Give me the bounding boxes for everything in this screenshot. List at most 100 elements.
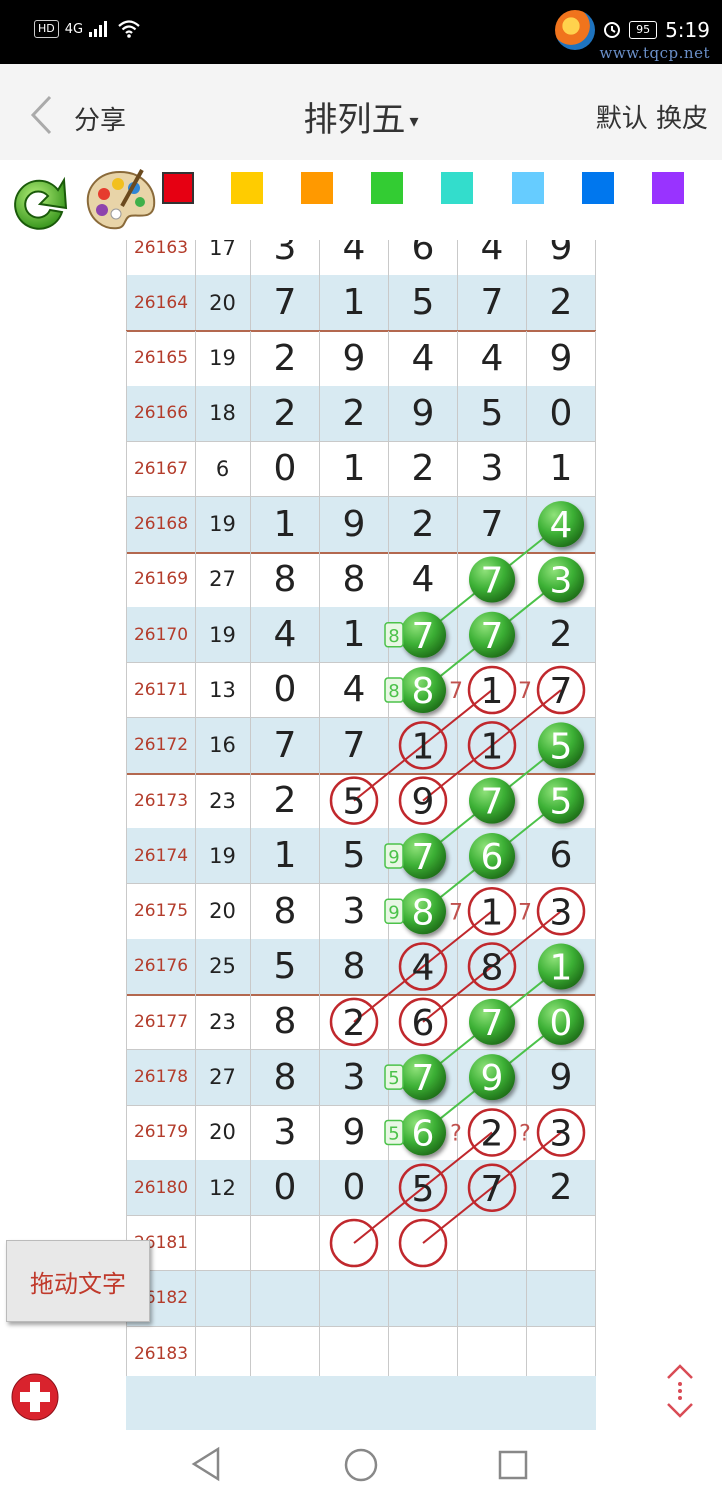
digit-cell[interactable]: 2 — [251, 773, 320, 828]
digit-cell[interactable]: 3 — [527, 551, 596, 607]
digit-cell[interactable]: 6 — [389, 1104, 458, 1160]
digit-cell[interactable]: 1 — [389, 717, 458, 773]
digit-cell[interactable]: 7 — [389, 607, 458, 663]
digit-cell[interactable]: 2 — [251, 330, 320, 386]
digit-cell[interactable]: 5 — [389, 275, 458, 331]
digit-cell[interactable]: 7 — [458, 496, 527, 552]
digit-cell[interactable]: 0 — [527, 994, 596, 1050]
digit-cell[interactable]: 3 — [251, 1104, 320, 1160]
digit-cell[interactable] — [527, 1215, 596, 1271]
digit-cell[interactable]: 3 — [527, 1104, 596, 1160]
digit-cell[interactable]: 4 — [527, 496, 596, 552]
digit-cell[interactable] — [389, 1326, 458, 1376]
drag-text-button[interactable]: 拖动文字 — [6, 1240, 150, 1322]
default-skin-button[interactable]: 默认 换皮 — [596, 98, 708, 135]
digit-cell[interactable]: 1 — [320, 275, 389, 331]
digit-cell[interactable]: 8 — [251, 1049, 320, 1105]
digit-cell[interactable]: 0 — [251, 441, 320, 497]
digit-cell[interactable] — [320, 1326, 389, 1376]
paint-palette-icon[interactable] — [82, 166, 158, 236]
digit-cell[interactable]: 2 — [527, 1160, 596, 1216]
digit-cell[interactable]: 5 — [320, 828, 389, 884]
digit-cell[interactable]: 4 — [389, 330, 458, 386]
digit-cell[interactable]: 2 — [527, 607, 596, 663]
digit-cell[interactable]: 9 — [458, 1049, 527, 1105]
digit-cell[interactable]: 8 — [389, 662, 458, 718]
digit-cell[interactable]: 9 — [320, 496, 389, 552]
digit-cell[interactable] — [458, 1215, 527, 1271]
digit-cell[interactable]: 1 — [251, 496, 320, 552]
circle-home-icon[interactable] — [344, 1448, 378, 1482]
digit-cell[interactable]: 3 — [320, 1049, 389, 1105]
digit-cell[interactable]: 2 — [458, 1104, 527, 1160]
digit-cell[interactable]: 9 — [389, 385, 458, 441]
digit-cell[interactable]: 3 — [458, 441, 527, 497]
digit-cell[interactable]: 5 — [458, 385, 527, 441]
digit-cell[interactable]: 3 — [527, 883, 596, 939]
digit-cell[interactable]: 1 — [320, 441, 389, 497]
digit-cell[interactable]: 0 — [320, 1160, 389, 1216]
digit-cell[interactable]: 8 — [251, 994, 320, 1050]
digit-cell[interactable] — [251, 1270, 320, 1326]
digit-cell[interactable]: 2 — [527, 275, 596, 331]
digit-cell[interactable]: 9 — [389, 773, 458, 828]
digit-cell[interactable]: 8 — [320, 938, 389, 994]
color-swatch[interactable] — [301, 172, 333, 204]
digit-cell[interactable]: 9 — [527, 240, 596, 275]
digit-cell[interactable]: 9 — [320, 1104, 389, 1160]
digit-cell[interactable] — [527, 1270, 596, 1326]
color-swatch[interactable] — [512, 172, 544, 204]
digit-cell[interactable]: 2 — [320, 385, 389, 441]
digit-cell[interactable]: 7 — [458, 1160, 527, 1216]
digit-cell[interactable]: 3 — [251, 240, 320, 275]
digit-cell[interactable]: 0 — [251, 1160, 320, 1216]
triangle-back-icon[interactable] — [190, 1446, 222, 1482]
digit-cell[interactable]: 4 — [389, 551, 458, 607]
digit-cell[interactable] — [320, 1215, 389, 1271]
digit-cell[interactable]: 5 — [251, 938, 320, 994]
digit-cell[interactable]: 9 — [320, 330, 389, 386]
digit-cell[interactable]: 5 — [389, 1160, 458, 1216]
digit-cell[interactable] — [251, 1215, 320, 1271]
digit-cell[interactable]: 1 — [458, 717, 527, 773]
digit-cell[interactable] — [458, 1326, 527, 1376]
digit-cell[interactable]: 2 — [389, 441, 458, 497]
digit-cell[interactable]: 8 — [251, 551, 320, 607]
digit-cell[interactable]: 4 — [458, 330, 527, 386]
color-swatch[interactable] — [162, 172, 194, 204]
digit-cell[interactable]: 2 — [389, 496, 458, 552]
digit-cell[interactable]: 3 — [320, 883, 389, 939]
digit-cell[interactable]: 2 — [251, 385, 320, 441]
digit-cell[interactable]: 0 — [251, 662, 320, 718]
square-recent-icon[interactable] — [498, 1450, 528, 1480]
color-swatch[interactable] — [582, 172, 614, 204]
digit-cell[interactable]: 7 — [389, 1049, 458, 1105]
color-swatch[interactable] — [371, 172, 403, 204]
digit-cell[interactable] — [458, 1270, 527, 1326]
digit-cell[interactable]: 4 — [458, 240, 527, 275]
digit-cell[interactable]: 9 — [527, 1049, 596, 1105]
digit-cell[interactable]: 4 — [389, 938, 458, 994]
digit-cell[interactable]: 1 — [320, 607, 389, 663]
digit-cell[interactable]: 7 — [458, 275, 527, 331]
digit-cell[interactable]: 1 — [458, 883, 527, 939]
digit-cell[interactable]: 1 — [527, 938, 596, 994]
digit-cell[interactable]: 6 — [458, 828, 527, 884]
digit-cell[interactable]: 9 — [527, 330, 596, 386]
digit-cell[interactable] — [251, 1326, 320, 1376]
digit-cell[interactable]: 6 — [389, 994, 458, 1050]
digit-cell[interactable]: 2 — [320, 994, 389, 1050]
digit-cell[interactable]: 7 — [320, 717, 389, 773]
color-swatch[interactable] — [441, 172, 473, 204]
digit-cell[interactable]: 5 — [527, 717, 596, 773]
digit-cell[interactable]: 8 — [389, 883, 458, 939]
digit-cell[interactable]: 8 — [458, 938, 527, 994]
digit-cell[interactable]: 1 — [527, 441, 596, 497]
digit-cell[interactable]: 7 — [458, 773, 527, 828]
digit-cell[interactable]: 4 — [320, 662, 389, 718]
digit-cell[interactable]: 8 — [320, 551, 389, 607]
digit-cell[interactable] — [527, 1326, 596, 1376]
digit-cell[interactable]: 5 — [320, 773, 389, 828]
digit-cell[interactable]: 6 — [527, 828, 596, 884]
digit-cell[interactable]: 5 — [527, 773, 596, 828]
